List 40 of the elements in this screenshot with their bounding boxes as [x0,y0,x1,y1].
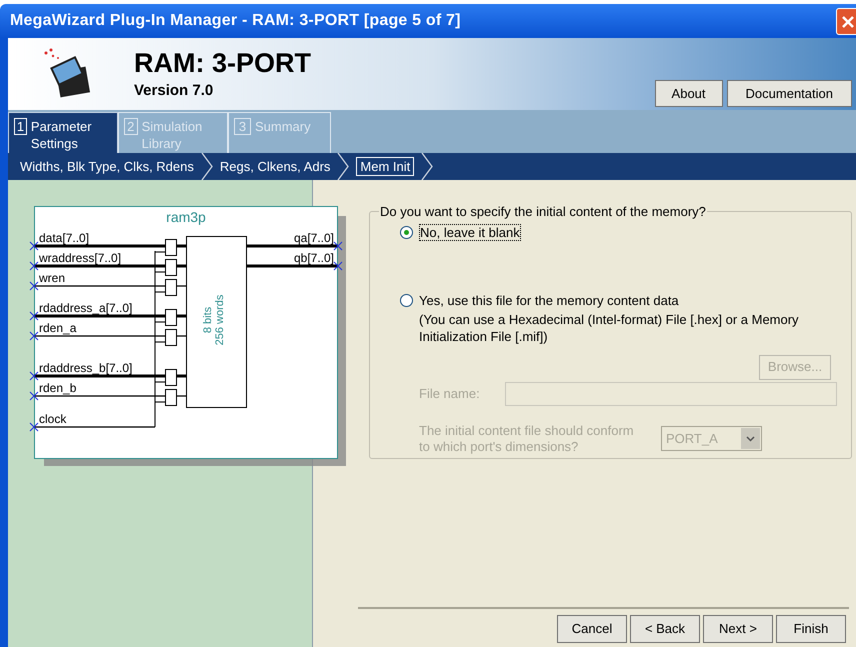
breadcrumb-step[interactable]: Widths, Blk Type, Clks, Rdens [20,158,194,175]
wizard-title: RAM: 3-PORT [134,48,311,78]
radio-label: Yes, use this file for the memory content data [419,292,679,308]
footer-button[interactable]: < Back [630,615,700,643]
port-label: clock [39,412,66,426]
port-label: qb[7..0] [294,251,334,265]
port-label: wren [39,271,66,285]
port-label: rdaddress_b[7..0] [39,361,132,375]
footer-button[interactable]: Cancel [557,615,627,643]
field-label: File name: [419,384,481,403]
memory-size-label: 256 words [214,294,226,346]
chevron-icon [421,153,434,180]
port-label: qa[7..0] [294,231,334,245]
port-label: wraddress[7..0] [39,251,122,265]
port-label: rden_a [39,321,76,335]
breadcrumb-step[interactable]: Mem Init [356,157,414,176]
memory-file-note: (You can use a Hexadecimal (Intel-format) File [.hex] or a Memory Initialization File [.mif]) [419,310,800,344]
radio-button[interactable] [400,226,413,238]
group-legend: Do you want to specify the initial content of the memory? [379,202,707,222]
radio-label: No, leave it blank [419,224,521,240]
chevron-icon [200,153,213,180]
version-label: Version 7.0 [134,81,214,101]
wizard-tab[interactable]: 1 Parameter Settings [8,112,118,153]
conform-label: The initial content file should conform to which port's dimensions? [419,422,635,454]
header-button[interactable]: Documentation [726,80,852,107]
close-icon [841,14,855,28]
port-label: rden_b [39,381,76,395]
header-button[interactable]: About [654,80,723,107]
footer-button[interactable]: Finish [776,615,846,643]
radio-button[interactable] [400,294,413,306]
footer-button[interactable]: Next > [703,615,773,643]
port-label: rdaddress_a[7..0] [39,301,132,315]
memory-size-label: 8 bits [202,306,214,334]
chevron-icon [337,153,350,180]
port-label: data[7..0] [39,231,90,245]
breadcrumb-step[interactable]: Regs, Clkens, Adrs [220,158,330,175]
symbol-name: ram3p [166,209,206,225]
close-button[interactable] [836,8,856,35]
window-title: MegaWizard Plug-In Manager - RAM: 3-PORT [page 5 of 7] [10,11,461,31]
file-name-field[interactable] [505,382,837,406]
